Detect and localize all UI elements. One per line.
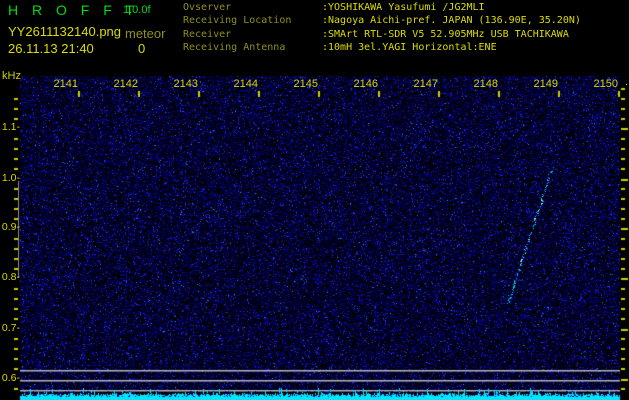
x-axis-overflow-dot: . — [624, 76, 628, 88]
x-tick-label: 2145 — [293, 78, 318, 90]
info-value-location: :Nagoya Aichi-pref. JAPAN (136.90E, 35.2… — [322, 15, 581, 26]
info-label-receiver: Receiver — [183, 29, 232, 40]
hrofft-window: H R O F F T 1.0.0f YY2611132140.png mete… — [0, 0, 629, 400]
mode-label: meteor — [125, 26, 166, 41]
y-tick-label: 1.1- — [1, 121, 20, 133]
x-tick-label: 2146 — [353, 78, 378, 90]
app-title: H R O F F T — [8, 2, 139, 18]
info-label-antenna: Receiving Antenna — [183, 42, 286, 53]
y-tick-label: 0.6- — [1, 372, 20, 384]
x-tick-label: 2144 — [233, 78, 258, 90]
y-tick-label: 1.0- — [1, 172, 20, 184]
y-tick-label: 0.8- — [1, 271, 20, 283]
spectrogram-canvas — [0, 0, 629, 400]
info-value-observer: :YOSHIKAWA Yasufumi /JG2MLI — [322, 2, 485, 13]
x-tick-label: 2143 — [173, 78, 198, 90]
y-axis-unit-label: kHz — [2, 70, 21, 82]
output-filename: YY2611132140.png — [8, 24, 122, 39]
x-tick-label: 2148 — [473, 78, 498, 90]
info-label-observer: Ovserver — [183, 2, 232, 13]
app-version: 1.0.0f — [123, 4, 151, 16]
x-tick-label: 2141 — [53, 78, 78, 90]
x-tick-label: 2142 — [113, 78, 138, 90]
x-tick-label: 2147 — [413, 78, 438, 90]
datetime-label: 26.11.13 21:40 — [8, 41, 94, 56]
info-label-location: Receiving Location — [183, 15, 292, 26]
meteor-count: 0 — [138, 41, 146, 56]
y-tick-label: 0.9- — [1, 221, 20, 233]
info-value-receiver: :SMArt RTL-SDR V5 52.905MHz USB TACHIKAW… — [322, 29, 569, 40]
y-tick-label: 0.7- — [1, 322, 20, 334]
x-tick-label: 2149 — [533, 78, 558, 90]
info-value-antenna: :10mH 3el.YAGI Horizontal:ENE — [322, 42, 497, 53]
